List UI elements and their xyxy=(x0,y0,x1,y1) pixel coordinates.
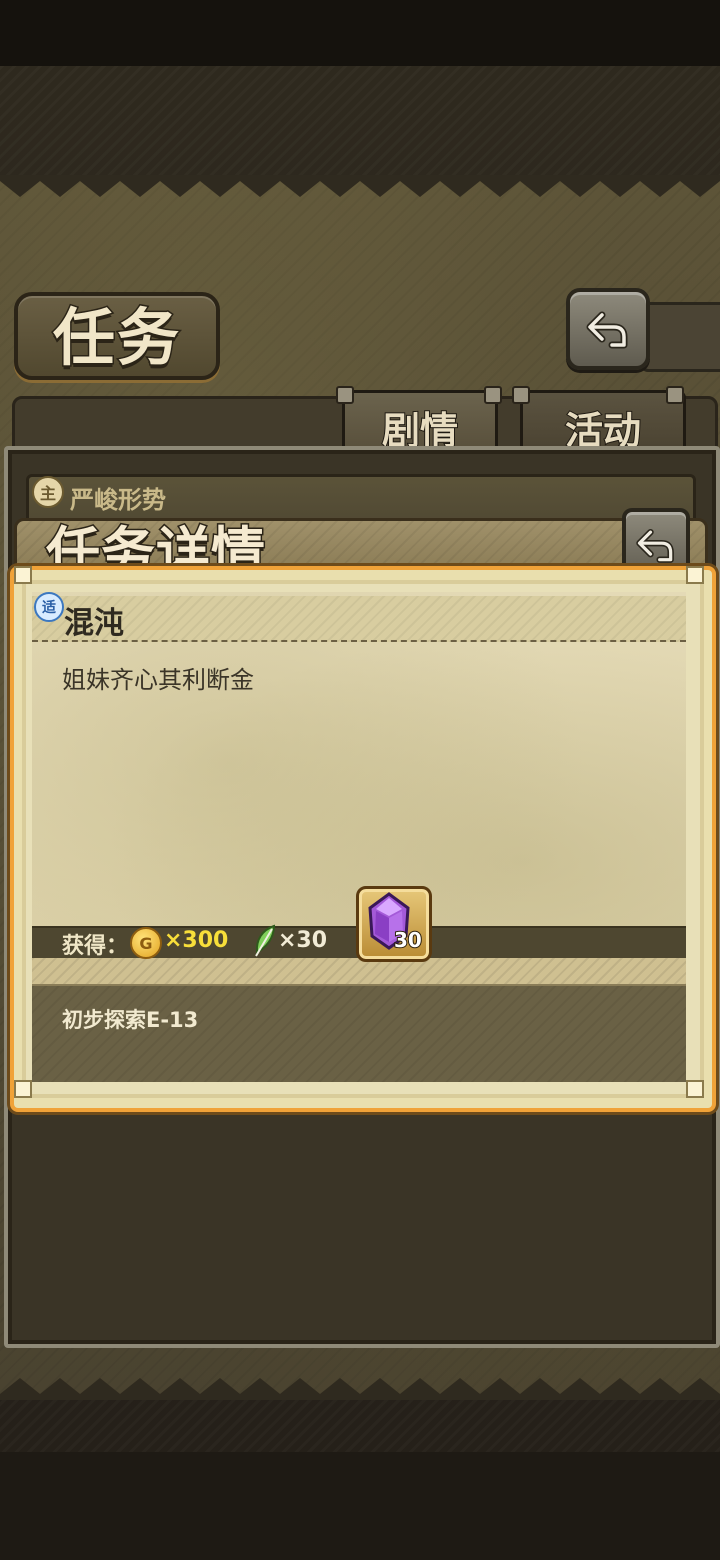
zigzag-border-bottom xyxy=(0,1378,720,1400)
page-title: 任务 xyxy=(51,300,181,376)
mission-description: 姐妹齐心其利断金 xyxy=(62,666,254,694)
return-arrow-icon xyxy=(636,528,674,563)
return-arrow-icon xyxy=(586,311,628,349)
coin-amount: ×300 xyxy=(164,928,229,953)
mission-objective: 初步探索E-13 xyxy=(62,1008,199,1032)
feather-icon xyxy=(255,924,276,957)
frame-corner xyxy=(14,1080,32,1098)
frame-corner xyxy=(686,1080,704,1098)
frame-corner xyxy=(686,566,704,584)
mission-title-band xyxy=(32,596,686,642)
feather-amount: ×30 xyxy=(278,928,328,953)
suitable-badge: 适 xyxy=(34,592,64,622)
objective-area xyxy=(32,986,686,1082)
zigzag-border-top xyxy=(0,175,720,197)
main-quest-badge: 主 xyxy=(32,476,64,508)
back-button[interactable] xyxy=(566,288,650,370)
mission-name: 混沌 xyxy=(64,606,124,641)
frame-corner xyxy=(14,566,32,584)
crystal-count: 30 xyxy=(393,927,423,953)
tab-peg xyxy=(484,386,502,404)
tab-peg xyxy=(666,386,684,404)
tab-peg xyxy=(512,386,530,404)
back-button-rail xyxy=(640,302,720,372)
tab-peg xyxy=(336,386,354,404)
rewards-bar-underlay xyxy=(32,958,686,987)
gold-coin-icon: G xyxy=(130,927,162,959)
background-bottom xyxy=(0,1452,720,1560)
rewards-label: 获得： xyxy=(62,934,129,959)
